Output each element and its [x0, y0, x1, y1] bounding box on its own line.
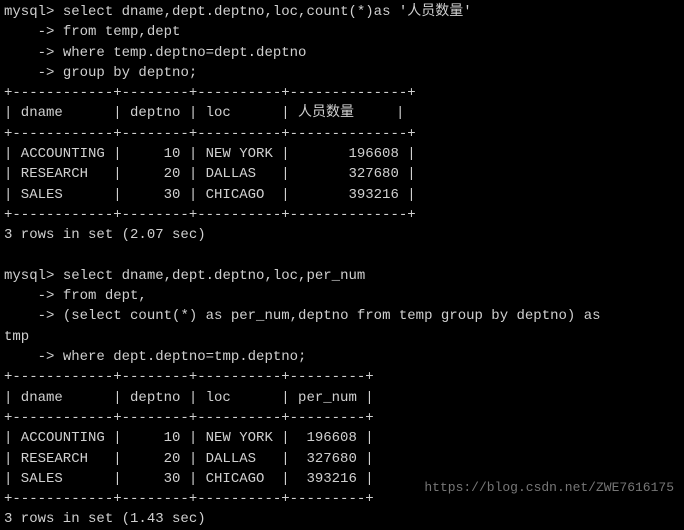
- sql-text: where dept.deptno=tmp.deptno;: [54, 349, 306, 365]
- cont-prompt: ->: [4, 308, 54, 324]
- table-row: | SALES | 30 | CHICAGO | 393216 |: [4, 185, 680, 205]
- cont-prompt: ->: [4, 288, 54, 304]
- table-border: +------------+--------+----------+------…: [4, 124, 680, 144]
- sql-text: from temp,dept: [54, 24, 180, 40]
- sql-line: mysql> select dname,dept.deptno,loc,coun…: [4, 2, 680, 22]
- table-header: | dname | deptno | loc | per_num |: [4, 388, 680, 408]
- watermark: https://blog.csdn.net/ZWE7616175: [424, 479, 674, 498]
- sql-line: -> from temp,dept: [4, 22, 680, 42]
- sql-text: select dname,dept.deptno,loc,per_num: [54, 268, 365, 284]
- sql-line: -> where dept.deptno=tmp.deptno;: [4, 347, 680, 367]
- blank-line: [4, 246, 680, 266]
- cont-prompt: ->: [4, 24, 54, 40]
- table-row: | RESEARCH | 20 | DALLAS | 327680 |: [4, 449, 680, 469]
- sql-line: mysql> select dname,dept.deptno,loc,per_…: [4, 266, 680, 286]
- table-row: | ACCOUNTING | 10 | NEW YORK | 196608 |: [4, 144, 680, 164]
- prompt: mysql>: [4, 268, 54, 284]
- table-border: +------------+--------+----------+------…: [4, 408, 680, 428]
- sql-line: -> where temp.deptno=dept.deptno: [4, 43, 680, 63]
- status-line: 3 rows in set (1.43 sec): [4, 509, 680, 529]
- sql-line: tmp: [4, 327, 680, 347]
- prompt: mysql>: [4, 4, 54, 20]
- cont-prompt: ->: [4, 65, 54, 81]
- sql-text: from dept,: [54, 288, 146, 304]
- table-border: +------------+--------+----------+------…: [4, 83, 680, 103]
- table-row: | RESEARCH | 20 | DALLAS | 327680 |: [4, 164, 680, 184]
- sql-line: -> from dept,: [4, 286, 680, 306]
- table-row: | ACCOUNTING | 10 | NEW YORK | 196608 |: [4, 428, 680, 448]
- sql-text: select dname,dept.deptno,loc,count(*)as …: [54, 4, 471, 20]
- sql-line: -> group by deptno;: [4, 63, 680, 83]
- table-border: +------------+--------+----------+------…: [4, 205, 680, 225]
- cont-prompt: ->: [4, 45, 54, 61]
- sql-text: group by deptno;: [54, 65, 197, 81]
- table-header: | dname | deptno | loc | 人员数量 |: [4, 103, 680, 123]
- status-line: 3 rows in set (2.07 sec): [4, 225, 680, 245]
- sql-line: -> (select count(*) as per_num,deptno fr…: [4, 306, 680, 326]
- sql-text: where temp.deptno=dept.deptno: [54, 45, 306, 61]
- cont-prompt: ->: [4, 349, 54, 365]
- table-border: +------------+--------+----------+------…: [4, 367, 680, 387]
- sql-text: (select count(*) as per_num,deptno from …: [54, 308, 609, 324]
